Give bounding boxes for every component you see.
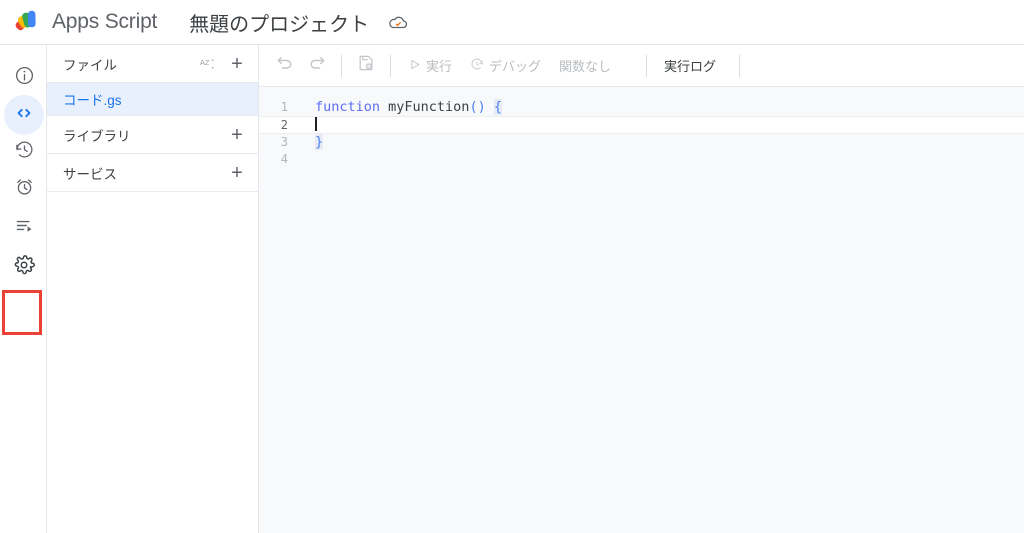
text-cursor [315,116,317,131]
redo-button[interactable] [301,50,333,82]
play-icon [408,58,421,74]
add-library-button[interactable]: + [226,124,248,146]
cloud-saved-icon [387,11,409,33]
debug-label: デバッグ [489,59,542,74]
apps-script-logo-icon[interactable] [11,5,45,39]
toolbar-divider-3 [646,54,648,77]
line-number: 2 [280,117,288,132]
toolbar-divider-1 [341,54,342,77]
code-line[interactable]: 4 [259,151,1024,168]
brand-name: Apps Script [52,10,158,33]
file-item-code-gs[interactable]: コード.gs [47,83,258,116]
gear-icon [13,254,35,281]
line-number: 3 [280,135,288,149]
undo-button[interactable] [269,50,301,82]
code-editor[interactable]: 1 function myFunction() {2 3} 4 [259,87,1024,533]
debug-button[interactable]: デバッグ [461,51,550,81]
sidebar-item-triggers[interactable] [4,169,44,209]
save-button[interactable] [350,50,382,82]
code-text: function myFunction() { [315,99,502,115]
run-button[interactable]: 実行 [399,51,461,81]
code-line[interactable]: 2 [259,115,1024,134]
libraries-section-header: ライブラリ + [47,116,258,154]
debug-icon [470,57,484,74]
alarm-clock-icon [14,176,35,202]
sort-az-icon[interactable]: AZ [197,54,217,74]
code-icon [13,102,35,129]
services-section-header: サービス + [47,154,258,192]
add-service-button[interactable]: + [226,162,248,184]
services-header-label: サービス [63,166,117,182]
editor-area: 実行 デバッグ 関数なし 実行ログ 1 function myFunction()… [259,45,1024,533]
add-file-button[interactable]: + [226,53,248,75]
files-header-label: ファイル [63,57,117,73]
code-text: } [315,134,324,150]
code-line[interactable]: 3} [259,134,1024,151]
file-panel: ファイル AZ + コード.gs ライブラリ + サービス + [47,45,259,533]
info-icon [14,65,35,91]
save-to-drive-icon [356,53,376,78]
svg-text:AZ: AZ [200,57,210,66]
execution-log-button[interactable]: 実行ログ [655,51,725,81]
top-bar: Apps Script 無題のプロジェクト [0,0,1024,45]
editor-toolbar: 実行 デバッグ 関数なし 実行ログ [259,45,1024,87]
undo-icon [275,53,295,78]
sidebar-item-overview[interactable] [4,58,44,98]
sidebar-item-executions[interactable] [4,208,44,248]
run-label: 実行 [426,59,453,74]
settings-highlight-box [2,290,42,335]
line-number: 1 [280,100,288,114]
sidebar-item-settings[interactable] [4,247,44,287]
libraries-header-label: ライブラリ [63,128,131,144]
history-icon [14,139,35,165]
files-section-header: ファイル AZ + [47,45,258,83]
toolbar-divider-2 [390,54,391,77]
line-number: 4 [280,151,288,166]
function-selector[interactable]: 関数なし [550,56,620,75]
sidebar-item-editor[interactable] [4,95,44,135]
executions-icon [14,215,35,241]
code-text [297,116,317,134]
project-title[interactable]: 無題のプロジェクト [189,8,369,37]
left-nav-rail [0,45,47,533]
toolbar-divider-4 [739,54,741,77]
sidebar-item-versions[interactable] [4,132,44,172]
code-line[interactable]: 1 function myFunction() { [259,99,1024,116]
redo-icon [307,53,327,78]
